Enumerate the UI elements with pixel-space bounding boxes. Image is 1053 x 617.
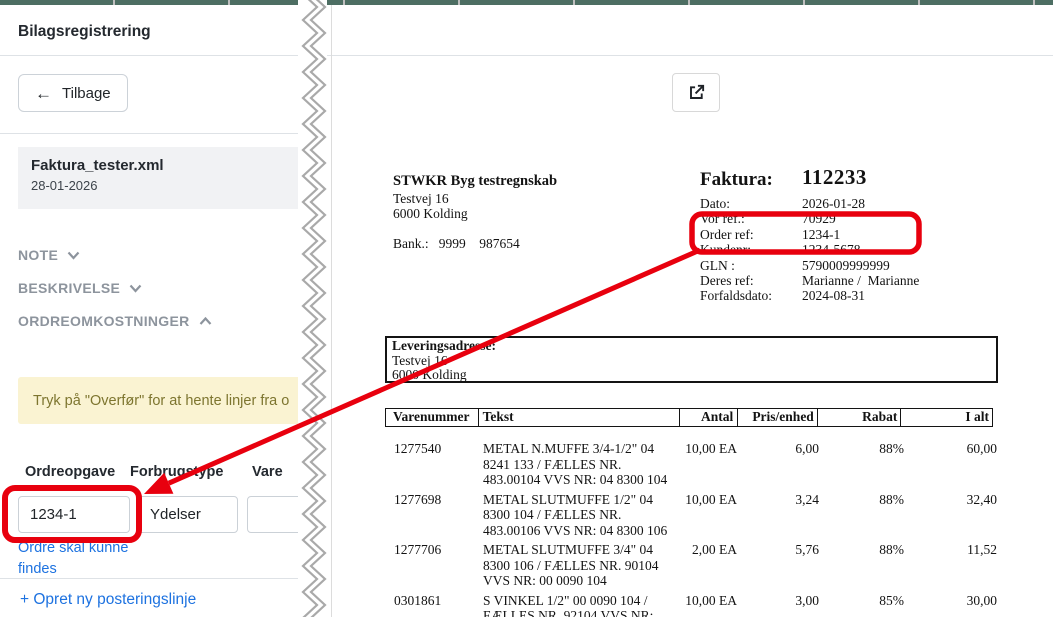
cell-antal: 10,00 EA	[682, 441, 741, 488]
cell-tekst: METAL N.MUFFE 3/4-1/2" 04 8241 133 / FÆL…	[479, 441, 682, 488]
invoice-bank-line: Bank.: 9999 987654	[393, 236, 520, 252]
meta-value: 2024-08-31	[802, 288, 919, 303]
th-antal: Antal	[679, 408, 738, 427]
th-ialt: I alt	[900, 408, 993, 427]
invoice-table-header: Varenummer Tekst Antal Pris/enhed Rabat …	[385, 408, 1000, 427]
meta-value: Marianne / Marianne	[802, 273, 919, 288]
table-row: 1277540 METAL N.MUFFE 3/4-1/2" 04 8241 1…	[385, 441, 1000, 488]
meta-value: 1234-1	[802, 227, 919, 242]
th-pris-enhed: Pris/enhed	[737, 408, 819, 427]
cell-ialt: 11,52	[907, 542, 1000, 589]
cell-ialt: 30,00	[907, 593, 1000, 617]
invoice-title-label: Faktura:	[700, 172, 773, 188]
table-row: 1277706 METAL SLUTMUFFE 3/4" 04 8300 106…	[385, 542, 1000, 589]
cell-pris: 5,76	[741, 542, 823, 589]
cell-rabat: 88%	[823, 542, 907, 589]
cell-rabat: 88%	[823, 492, 907, 539]
open-external-button[interactable]	[672, 73, 720, 112]
delivery-address-box: Leveringsadresse: Testvej 16 6000 Koldin…	[385, 336, 998, 383]
meta-label: Vor ref.:	[700, 211, 802, 226]
cell-rabat: 88%	[823, 441, 907, 488]
cell-varenummer: 1277540	[385, 441, 479, 488]
torn-edge-divider	[296, 0, 332, 617]
th-rabat: Rabat	[817, 408, 901, 427]
meta-label: Deres ref:	[700, 273, 802, 288]
delivery-title: Leveringsadresse:	[392, 339, 991, 354]
meta-value: 5790009999999	[802, 258, 919, 273]
invoice-sender-address2: 6000 Kolding	[393, 206, 468, 222]
cell-antal: 10,00 EA	[682, 492, 741, 539]
table-row: 0301861 S VINKEL 1/2" 00 0090 104 / FÆLL…	[385, 593, 1000, 617]
cell-tekst: METAL SLUTMUFFE 3/4" 04 8300 106 / FÆLLE…	[479, 542, 682, 589]
invoice-table-body: 1277540 METAL N.MUFFE 3/4-1/2" 04 8241 1…	[385, 441, 1000, 617]
browser-top-strip	[0, 0, 1053, 5]
meta-label: Order ref:	[700, 227, 802, 242]
invoice-preview: STWKR Byg testregnskab Testvej 16 6000 K…	[0, 0, 1053, 617]
invoice-sender-name: STWKR Byg testregnskab	[393, 174, 557, 190]
th-tekst: Tekst	[478, 408, 681, 427]
cell-pris: 3,00	[741, 593, 823, 617]
cell-antal: 10,00 EA	[682, 593, 741, 617]
meta-label: Forfaldsdato:	[700, 288, 802, 303]
cell-ialt: 60,00	[907, 441, 1000, 488]
meta-value: 70929	[802, 211, 919, 226]
bilagsregistrering-app: Bilagsregistrering ← Tilbage Faktura_tes…	[0, 0, 1053, 617]
invoice-sender-address1: Testvej 16	[393, 191, 449, 207]
meta-label: Dato:	[700, 196, 802, 211]
cell-varenummer: 1277706	[385, 542, 479, 589]
cell-ialt: 32,40	[907, 492, 1000, 539]
cell-varenummer: 1277698	[385, 492, 479, 539]
cell-antal: 2,00 EA	[682, 542, 741, 589]
meta-label: Kundenr:	[700, 242, 802, 257]
delivery-address1: Testvej 16	[392, 354, 991, 369]
cell-varenummer: 0301861	[385, 593, 479, 617]
meta-label: GLN :	[700, 258, 802, 273]
table-row: 1277698 METAL SLUTMUFFE 1/2" 04 8300 104…	[385, 492, 1000, 539]
cell-rabat: 85%	[823, 593, 907, 617]
th-varenummer: Varenummer	[385, 408, 479, 427]
cell-pris: 3,24	[741, 492, 823, 539]
delivery-address2: 6000 Kolding	[392, 368, 991, 383]
meta-value: 1234-5678	[802, 242, 919, 257]
invoice-number: 112233	[802, 170, 867, 186]
external-link-icon	[687, 83, 706, 102]
cell-tekst: S VINKEL 1/2" 00 0090 104 / FÆLLES NR. 9…	[479, 593, 682, 617]
meta-value: 2026-01-28	[802, 196, 919, 211]
cell-tekst: METAL SLUTMUFFE 1/2" 04 8300 104 / FÆLLE…	[479, 492, 682, 539]
invoice-meta-block: Dato:2026-01-28 Vor ref.:70929 Order ref…	[700, 196, 919, 304]
cell-pris: 6,00	[741, 441, 823, 488]
